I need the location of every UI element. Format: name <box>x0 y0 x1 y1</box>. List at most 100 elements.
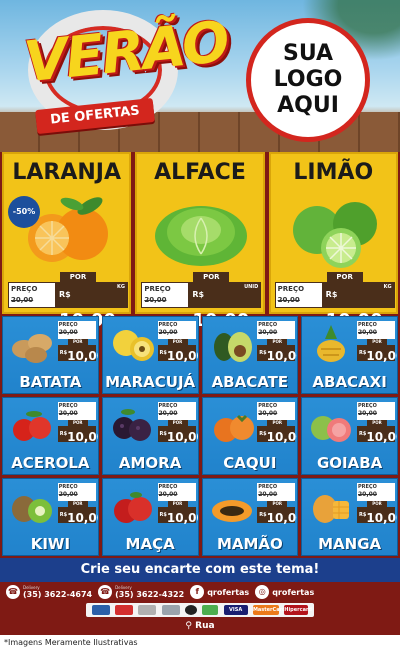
new-price-box: R$10,00 <box>357 426 397 444</box>
currency-symbol: R$ <box>159 431 167 437</box>
new-price: 10,00 <box>366 349 397 363</box>
preco-label: PREÇO <box>144 285 171 293</box>
card-icon <box>138 605 157 615</box>
card-icon <box>91 605 110 615</box>
preco-label: PREÇO <box>158 403 178 409</box>
old-price: 20,00 <box>144 296 167 304</box>
contact-phone-2[interactable]: ☎ Delivery (35) 3622-4322 <box>98 585 184 599</box>
price-unit: UNID <box>244 284 259 290</box>
currency-symbol: R$ <box>59 512 68 518</box>
potato-icon <box>12 334 52 363</box>
product-name: ALFACE <box>154 160 246 185</box>
contact-phone-1[interactable]: ☎ Delivery (35) 3622-4674 <box>6 585 92 599</box>
blackberry-icon <box>112 409 151 441</box>
preco-label: PREÇO <box>358 322 377 328</box>
contact-instagram[interactable]: ◎ qrofertas <box>255 585 314 599</box>
currency-symbol: R$ <box>59 431 68 437</box>
old-price: 20,00 <box>358 329 377 336</box>
page-title: VERÃO <box>21 9 231 96</box>
price-tag: PREÇO20,00PORR$10,00 <box>157 483 198 525</box>
contact-facebook[interactable]: f qrofertas <box>190 585 249 599</box>
old-price-box: PREÇO 20,00 <box>57 483 96 501</box>
new-price-box: R$10,00 <box>57 345 98 363</box>
new-price: 10,00 <box>166 349 198 363</box>
kiwi-icon <box>12 496 52 523</box>
hipercard-logo: Hipercard <box>284 605 312 615</box>
product-name: LIMÃO <box>293 160 374 185</box>
currency-symbol: R$ <box>325 290 338 299</box>
product-name: MARACUJÁ <box>105 373 196 391</box>
old-price-box: PREÇO 20,00 <box>57 402 96 420</box>
old-price-box: PREÇO 20,00 <box>357 483 395 501</box>
product-name: ACEROLA <box>11 454 90 472</box>
price-unit: KG <box>383 284 392 290</box>
new-price: 10,00 <box>67 349 98 363</box>
phone-icon: ☎ <box>98 585 113 599</box>
new-price: 10,00 <box>366 511 397 525</box>
logo-line: AQUI <box>277 93 339 118</box>
currency-symbol: R$ <box>192 290 205 299</box>
old-price-box: PREÇO 20,00 <box>157 321 196 339</box>
preco-label: PREÇO <box>258 322 278 328</box>
new-price: 10,00 <box>266 430 298 444</box>
new-price-box: R$ 10,00 KG <box>322 282 395 331</box>
preco-label: PREÇO <box>158 484 178 490</box>
new-price: 10,00 <box>266 511 298 525</box>
preco-label: PREÇO <box>58 322 78 328</box>
price-tag: PREÇO20,00PORR$10,00 <box>57 483 98 525</box>
old-price-box: PREÇO 20,00 <box>157 402 196 420</box>
new-price: 10,00 <box>166 511 198 525</box>
new-price-box: R$10,00 <box>157 426 198 444</box>
product-card: PREÇO20,00PORR$10,00 ABACATE <box>201 316 299 394</box>
location-pin-icon: ⚲ <box>185 621 193 631</box>
product-card: PREÇO20,00PORR$10,00 BATATA <box>2 316 99 394</box>
logo-line: LOGO <box>273 67 343 92</box>
old-price-box: PREÇO 20,00 <box>141 282 190 308</box>
persimmon-icon <box>213 414 254 442</box>
product-card: PREÇO20,00PORR$10,00 ABACAXI <box>301 316 398 394</box>
contact-value: (35) 3622-4674 <box>23 590 93 599</box>
new-price-box: R$10,00 <box>57 426 98 444</box>
old-price: 20,00 <box>358 410 377 417</box>
old-price: 20,00 <box>258 410 278 417</box>
preco-label: PREÇO <box>11 285 38 293</box>
cta-banner[interactable]: Crie seu encarte com este tema! <box>0 558 400 582</box>
new-price-box: R$10,00 <box>157 345 198 363</box>
preco-label: PREÇO <box>258 403 278 409</box>
product-name: GOIABA <box>316 454 383 472</box>
product-name: MANGA <box>318 535 382 553</box>
logo-line: SUA <box>282 41 334 66</box>
old-price: 20,00 <box>258 329 278 336</box>
product-card: PREÇO20,00PORR$10,00 MAMÃO <box>201 478 299 556</box>
new-price-box: R$10,00 <box>257 426 297 444</box>
new-price-box: R$10,00 <box>57 507 98 525</box>
discount-badge: -50% <box>8 196 40 228</box>
contact-bar: ☎ Delivery (35) 3622-4674 ☎ Delivery (35… <box>0 582 400 602</box>
price-tag: PREÇO20,00PORR$10,00 <box>57 402 98 444</box>
product-card: PREÇO20,00PORR$10,00 MANGA <box>301 478 398 556</box>
visa-logo: VISA <box>223 605 248 615</box>
card-icon <box>161 605 180 615</box>
preco-label: PREÇO <box>58 484 78 490</box>
featured-products: LARANJA -50% POR PREÇO 20,00 R$ 10,00 KG… <box>0 152 400 331</box>
facebook-icon: f <box>190 585 205 599</box>
old-price-box: PREÇO 20,00 <box>274 282 323 308</box>
new-price: 10,00 <box>166 430 198 444</box>
address: ⚲ Rua <box>0 619 400 633</box>
card-icon <box>114 605 133 615</box>
old-price: 20,00 <box>58 410 78 417</box>
price-tag: PREÇO20,00PORR$10,00 <box>357 402 397 444</box>
product-card: PREÇO20,00PORR$10,00 CAQUI <box>201 397 299 475</box>
old-price: 20,00 <box>358 491 377 498</box>
product-name: KIWI <box>30 535 71 553</box>
new-price: 10,00 <box>266 349 298 363</box>
preco-label: PREÇO <box>358 484 377 490</box>
product-card: PREÇO20,00PORR$10,00 MAÇA <box>101 478 199 556</box>
apple-icon <box>113 492 152 523</box>
product-card: PREÇO20,00PORR$10,00 GOIABA <box>301 397 398 475</box>
new-price: 10,00 <box>67 430 98 444</box>
contact-value: qrofertas <box>207 587 250 597</box>
card-icon <box>202 605 219 615</box>
product-card: PREÇO20,00PORR$10,00 AMORA <box>101 397 199 475</box>
old-price: 20,00 <box>277 296 300 304</box>
